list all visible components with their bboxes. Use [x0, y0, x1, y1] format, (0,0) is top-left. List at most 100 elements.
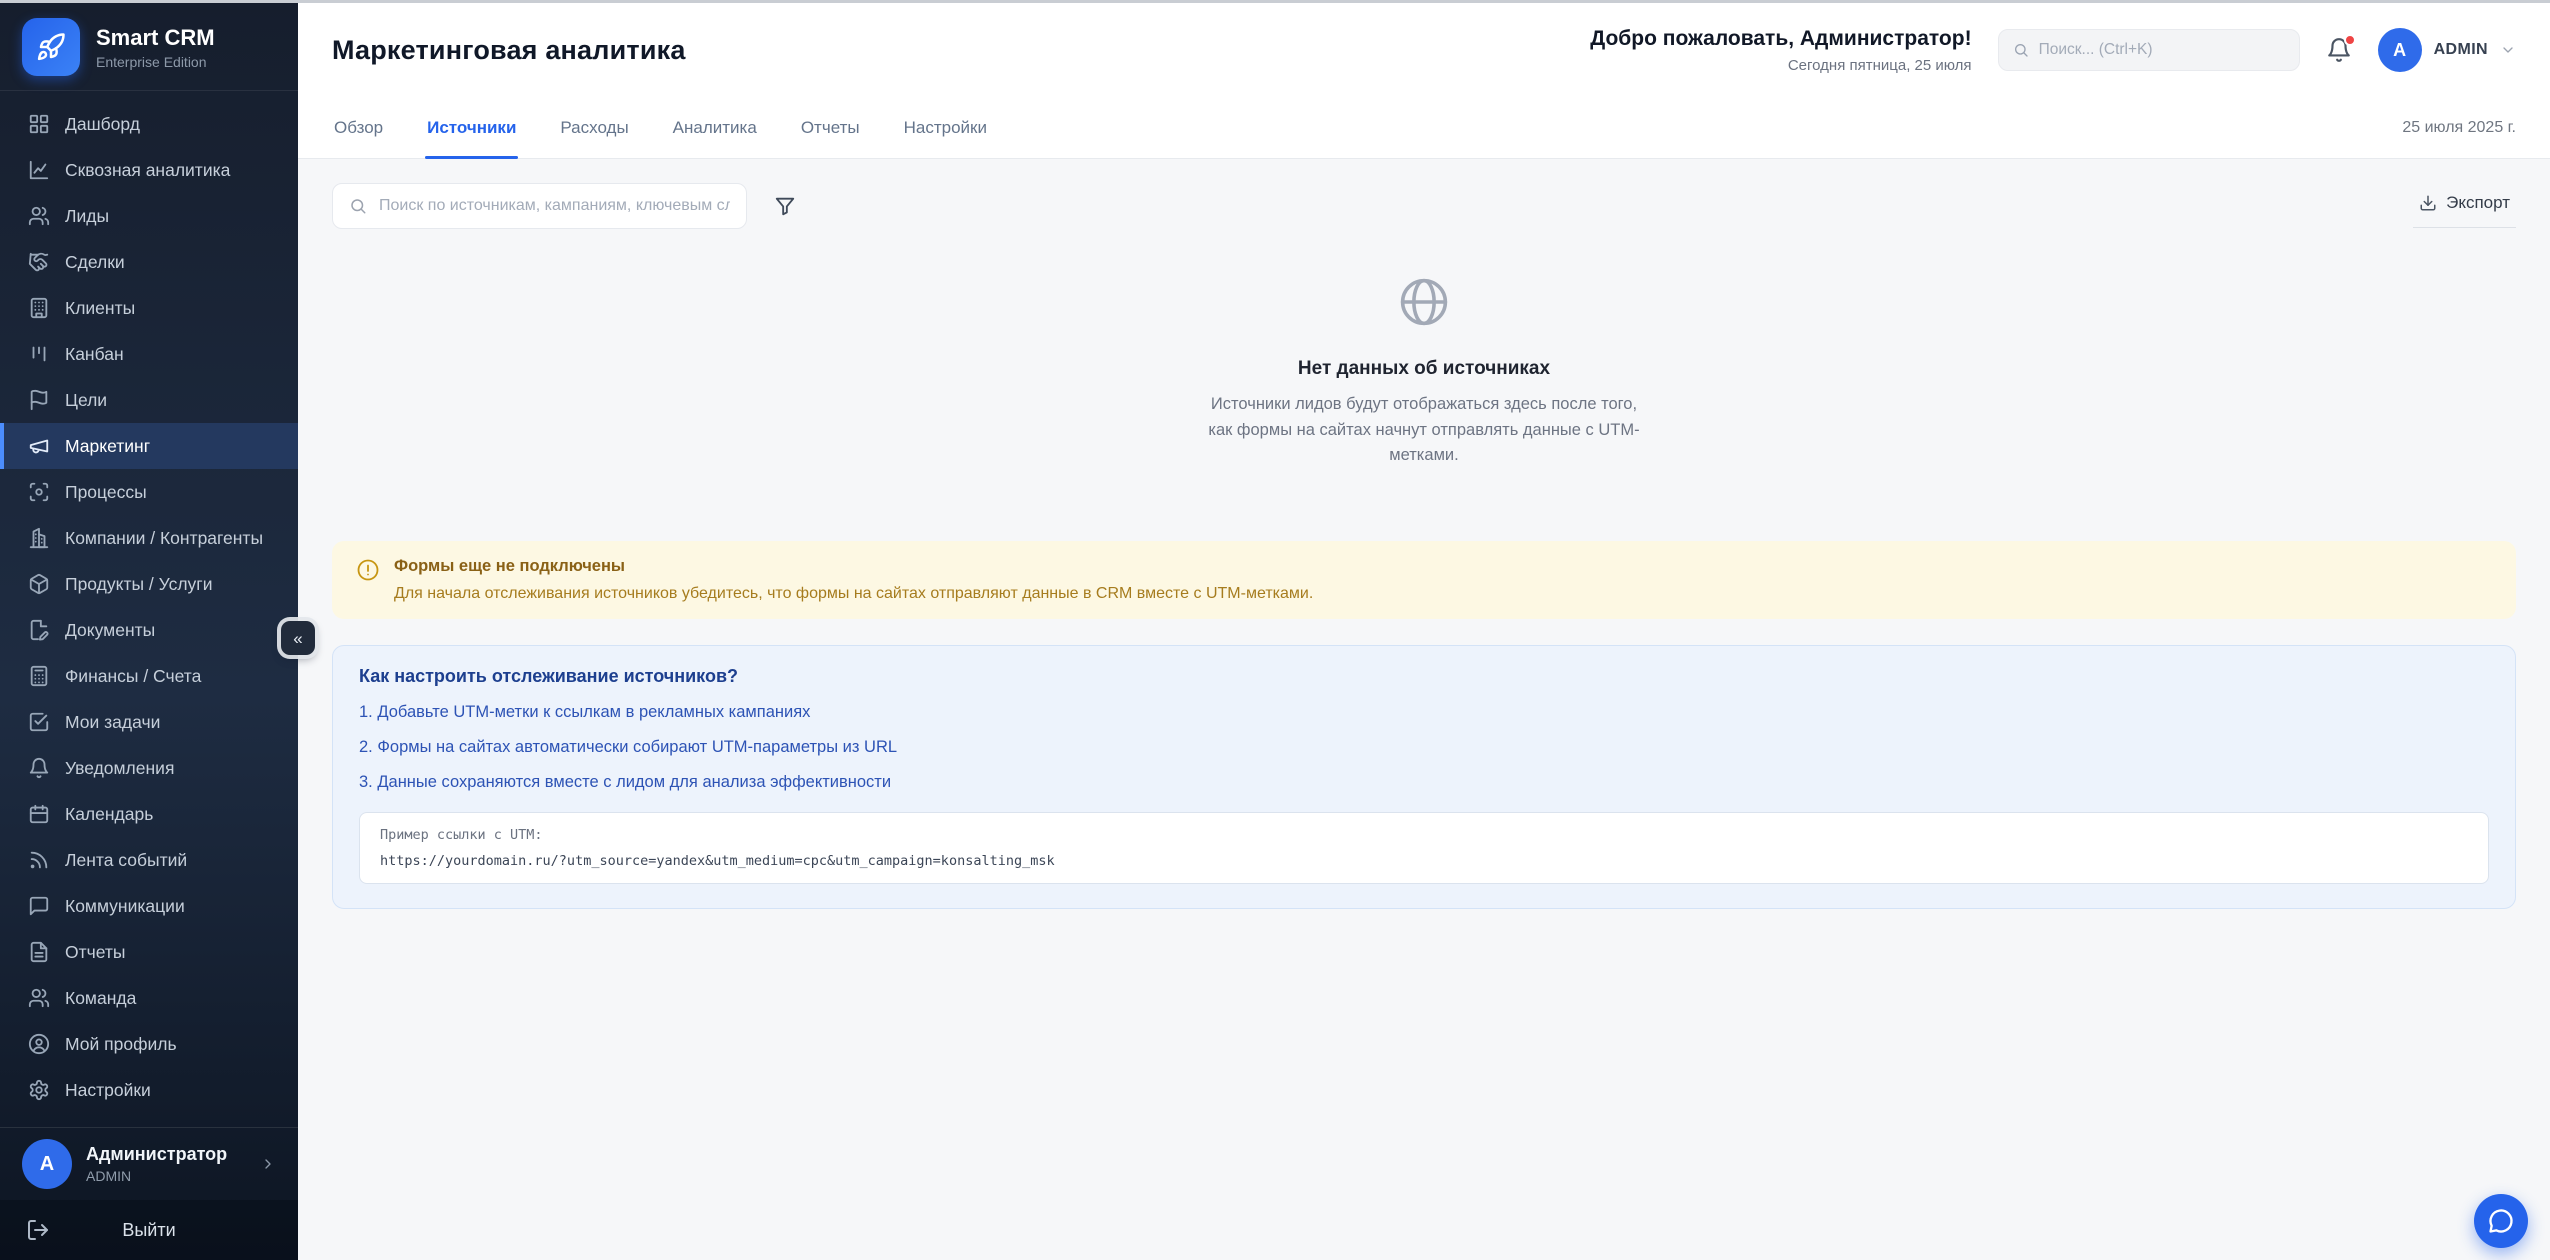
- sidebar-item-kanban[interactable]: Канбан: [0, 331, 298, 377]
- sidebar-item-documents[interactable]: Документы: [0, 607, 298, 653]
- app-edition: Enterprise Edition: [96, 54, 215, 70]
- sidebar-item-communications[interactable]: Коммуникации: [0, 883, 298, 929]
- sidebar-nav: Дашборд Сквозная аналитика Лиды Сделки К…: [0, 91, 298, 1127]
- filter-button[interactable]: [763, 184, 807, 228]
- sources-search[interactable]: [332, 183, 747, 229]
- sidebar-item-label: Календарь: [65, 804, 153, 825]
- sidebar-item-settings[interactable]: Настройки: [0, 1067, 298, 1113]
- guide-step: 1. Добавьте UTM-метки к ссылкам в реклам…: [359, 703, 2489, 722]
- avatar: A: [2378, 28, 2422, 72]
- report-date: 25 июля 2025 г.: [2402, 119, 2516, 137]
- sidebar-item-feed[interactable]: Лента событий: [0, 837, 298, 883]
- sources-search-input[interactable]: [379, 197, 730, 215]
- sidebar-item-reports[interactable]: Отчеты: [0, 929, 298, 975]
- sidebar-item-tasks[interactable]: Мои задачи: [0, 699, 298, 745]
- sidebar-item-label: Маркетинг: [65, 436, 150, 457]
- utm-example-label: Пример ссылки с UTM:: [380, 827, 2468, 843]
- warning-description: Для начала отслеживания источников убеди…: [394, 585, 1313, 603]
- sidebar-item-leads[interactable]: Лиды: [0, 193, 298, 239]
- nav-icon: [28, 573, 50, 595]
- sidebar-item-label: Настройки: [65, 1080, 151, 1101]
- page-title: Маркетинговая аналитика: [332, 35, 686, 66]
- tab-settings[interactable]: Настройки: [902, 97, 989, 158]
- nav-icon: [28, 849, 50, 871]
- warning-text: Формы еще не подключены Для начала отсле…: [394, 557, 1313, 603]
- rocket-logo-icon: [22, 18, 80, 76]
- sidebar-item-clients[interactable]: Клиенты: [0, 285, 298, 331]
- tab-reports[interactable]: Отчеты: [799, 97, 862, 158]
- guide-title: Как настроить отслеживание источников?: [359, 666, 2489, 687]
- nav-icon: [28, 297, 50, 319]
- app-logo[interactable]: Smart CRM Enterprise Edition: [0, 3, 298, 91]
- tab-analytics[interactable]: Аналитика: [671, 97, 759, 158]
- tab-overview[interactable]: Обзор: [332, 97, 385, 158]
- sidebar-item-companies[interactable]: Компании / Контрагенты: [0, 515, 298, 561]
- nav-icon: [28, 481, 50, 503]
- tab-expenses[interactable]: Расходы: [558, 97, 630, 158]
- sidebar-item-dashboard[interactable]: Дашборд: [0, 101, 298, 147]
- download-icon: [2419, 194, 2437, 212]
- sidebar-item-label: Продукты / Услуги: [65, 574, 212, 595]
- sidebar-item-label: Коммуникации: [65, 896, 185, 917]
- utm-example-url: https://yourdomain.ru/?utm_source=yandex…: [380, 853, 2468, 869]
- topbar-right: Добро пожаловать, Администратор! Сегодня…: [1590, 27, 2516, 74]
- logout-button[interactable]: Выйти: [0, 1200, 298, 1260]
- user-label: ADMIN: [2434, 41, 2488, 59]
- sidebar-item-label: Сделки: [65, 252, 125, 273]
- warning-title: Формы еще не подключены: [394, 557, 1313, 576]
- sidebar-item-label: Компании / Контрагенты: [65, 528, 263, 549]
- globe-icon: [1397, 275, 1451, 329]
- sidebar-item-label: Процессы: [65, 482, 147, 503]
- guide-steps: 1. Добавьте UTM-метки к ссылкам в реклам…: [359, 703, 2489, 792]
- chat-button[interactable]: [2474, 1194, 2528, 1248]
- sidebar-profile[interactable]: A Администратор ADMIN: [0, 1127, 298, 1200]
- setup-guide: Как настроить отслеживание источников? 1…: [332, 645, 2516, 909]
- sidebar-item-label: Отчеты: [65, 942, 126, 963]
- guide-step: 3. Данные сохраняются вместе с лидом для…: [359, 773, 2489, 792]
- sidebar-item-label: Команда: [65, 988, 136, 1009]
- smart-crm-app: Smart CRM Enterprise Edition Дашборд Скв…: [0, 0, 2550, 1260]
- nav-icon: [28, 757, 50, 779]
- tab-sources[interactable]: Источники: [425, 97, 518, 158]
- guide-step: 2. Формы на сайтах автоматически собираю…: [359, 738, 2489, 757]
- profile-text: Администратор ADMIN: [86, 1144, 227, 1184]
- today-date: Сегодня пятница, 25 июля: [1590, 57, 1971, 74]
- sidebar-item-team[interactable]: Команда: [0, 975, 298, 1021]
- app-logo-text: Smart CRM Enterprise Edition: [96, 25, 215, 70]
- sidebar-item-analytics[interactable]: Сквозная аналитика: [0, 147, 298, 193]
- sidebar-item-label: Клиенты: [65, 298, 135, 319]
- search-icon: [2013, 42, 2029, 58]
- global-search-input[interactable]: [2039, 41, 2285, 59]
- sidebar: Smart CRM Enterprise Edition Дашборд Скв…: [0, 3, 298, 1260]
- sidebar-item-marketing[interactable]: Маркетинг: [0, 423, 298, 469]
- nav-icon: [28, 1079, 50, 1101]
- notification-badge: [2344, 34, 2356, 46]
- topbar: Маркетинговая аналитика Добро пожаловать…: [298, 3, 2550, 97]
- chat-bubble-icon: [2487, 1207, 2515, 1235]
- avatar: A: [22, 1139, 72, 1189]
- sidebar-item-profile[interactable]: Мой профиль: [0, 1021, 298, 1067]
- notifications-button[interactable]: [2326, 37, 2352, 63]
- sidebar-item-processes[interactable]: Процессы: [0, 469, 298, 515]
- nav-icon: [28, 527, 50, 549]
- nav-icon: [28, 1033, 50, 1055]
- search-icon: [349, 197, 367, 215]
- nav-icon: [28, 159, 50, 181]
- app-title: Smart CRM: [96, 25, 215, 51]
- sidebar-item-notifications[interactable]: Уведомления: [0, 745, 298, 791]
- export-button[interactable]: Экспорт: [2413, 185, 2516, 228]
- welcome-message: Добро пожаловать, Администратор!: [1590, 27, 1971, 51]
- sidebar-item-finances[interactable]: Финансы / Счета: [0, 653, 298, 699]
- sidebar-collapse-button[interactable]: «: [281, 621, 315, 655]
- sidebar-item-deals[interactable]: Сделки: [0, 239, 298, 285]
- sidebar-item-label: Мой профиль: [65, 1034, 177, 1055]
- sidebar-item-calendar[interactable]: Календарь: [0, 791, 298, 837]
- profile-name: Администратор: [86, 1144, 227, 1165]
- global-search[interactable]: [1998, 29, 2300, 71]
- user-menu[interactable]: A ADMIN: [2378, 28, 2516, 72]
- sidebar-item-goals[interactable]: Цели: [0, 377, 298, 423]
- nav-icon: [28, 941, 50, 963]
- warning-banner: Формы еще не подключены Для начала отсле…: [332, 541, 2516, 619]
- nav-icon: [28, 435, 50, 457]
- sidebar-item-products[interactable]: Продукты / Услуги: [0, 561, 298, 607]
